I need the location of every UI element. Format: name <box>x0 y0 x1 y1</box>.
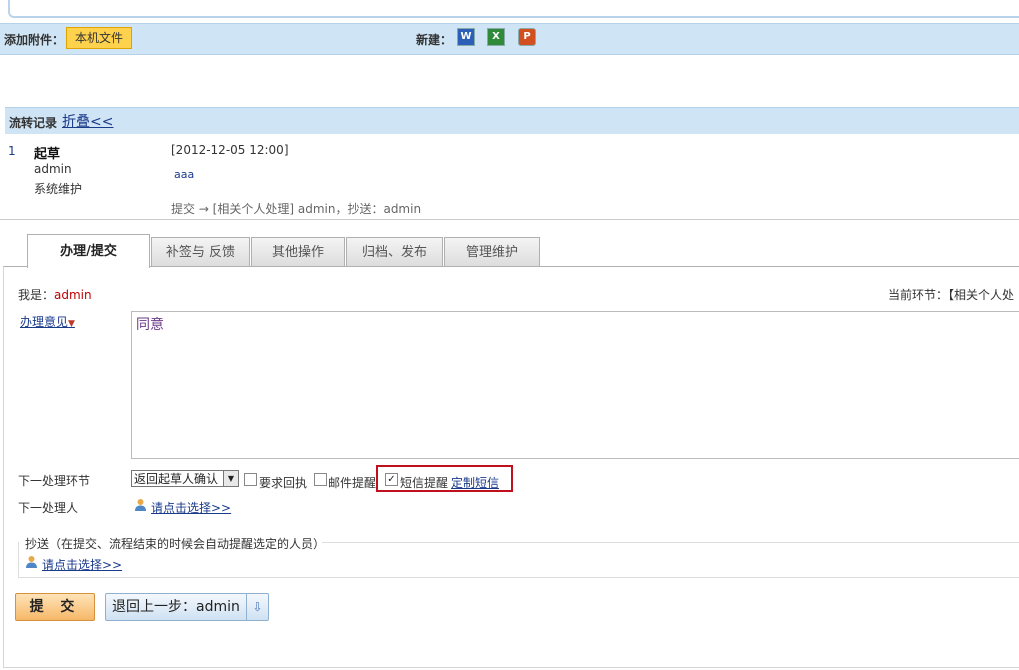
divider <box>0 219 1019 220</box>
highlight-box <box>376 465 513 492</box>
email-remind-label: 邮件提醒 <box>328 476 377 490</box>
next-step-select[interactable]: 返回起草人确认 ▼ <box>131 470 239 487</box>
email-remind-checkbox[interactable] <box>314 473 327 486</box>
new-label: 新建： <box>416 33 453 47</box>
current-step: 当前环节：【相关个人处 <box>888 288 1015 302</box>
current-user: 我是：admin <box>18 286 92 303</box>
back-to-previous-button[interactable]: 退回上一步：admin ⇩ <box>105 593 269 621</box>
record-time: [2012-12-05 12:00] <box>171 143 289 157</box>
fold-link[interactable]: 折叠<< <box>62 111 113 131</box>
attachment-toolbar: 添加附件： 本机文件 新建： W X P <box>0 23 1019 55</box>
cc-title: 抄送（在提交、流程结束的时候会自动提醒选定的人员） <box>25 537 326 551</box>
require-receipt-checkbox[interactable] <box>244 473 257 486</box>
opinion-textarea[interactable]: 同意 <box>131 311 1019 459</box>
next-step-select-value: 返回起草人确认 <box>134 472 219 486</box>
record-step: 起草 <box>34 147 61 162</box>
record-user: admin <box>34 162 72 176</box>
next-person-label: 下一处理人 <box>18 501 79 515</box>
back-to-previous-label[interactable]: 退回上一步：admin <box>112 594 240 620</box>
record-comment: aaa <box>174 168 195 181</box>
top-frame <box>8 0 1019 18</box>
person-icon <box>25 555 38 571</box>
tab-archive-publish[interactable]: 归档、发布 <box>346 237 443 267</box>
cc-pick-link[interactable]: 请点击选择>> <box>42 556 122 573</box>
cc-divider <box>322 542 1019 543</box>
flow-record-header: 流转记录 折叠<< <box>5 107 1019 134</box>
tab-handle-submit[interactable]: 办理/提交 <box>27 234 150 268</box>
flow-record-title: 流转记录 <box>9 116 58 130</box>
next-person-pick-link[interactable]: 请点击选择>> <box>151 499 231 516</box>
record-index: 1 <box>8 144 16 158</box>
tab-other-operations[interactable]: 其他操作 <box>251 237 345 267</box>
excel-icon[interactable]: X <box>487 28 505 46</box>
arrow-down-icon[interactable]: ⇩ <box>249 594 266 620</box>
attachment-label: 添加附件： <box>4 33 65 47</box>
powerpoint-icon[interactable]: P <box>518 28 536 46</box>
current-user-label: 我是： <box>18 288 55 302</box>
local-file-button[interactable]: 本机文件 <box>66 27 132 49</box>
record-dept: 系统维护 <box>34 182 83 196</box>
require-receipt-label: 要求回执 <box>259 476 308 490</box>
button-separator <box>246 594 247 620</box>
current-user-name: admin <box>54 288 92 302</box>
tab-admin-maintenance[interactable]: 管理维护 <box>444 237 540 267</box>
opinion-link[interactable]: 办理意见▼ <box>20 313 75 330</box>
next-step-label: 下一处理环节 <box>18 474 91 488</box>
person-icon <box>134 498 147 514</box>
word-icon[interactable]: W <box>457 28 475 46</box>
chevron-down-icon[interactable]: ▼ <box>68 319 75 329</box>
submit-button[interactable]: 提 交 <box>15 593 95 621</box>
chevron-down-icon[interactable]: ▼ <box>223 471 238 486</box>
tab-countersign-feedback[interactable]: 补签与 反馈 <box>151 237 250 267</box>
opinion-link-label[interactable]: 办理意见 <box>20 315 68 329</box>
record-route: 提交 → [相关个人处理] admin，抄送：admin <box>171 202 422 216</box>
